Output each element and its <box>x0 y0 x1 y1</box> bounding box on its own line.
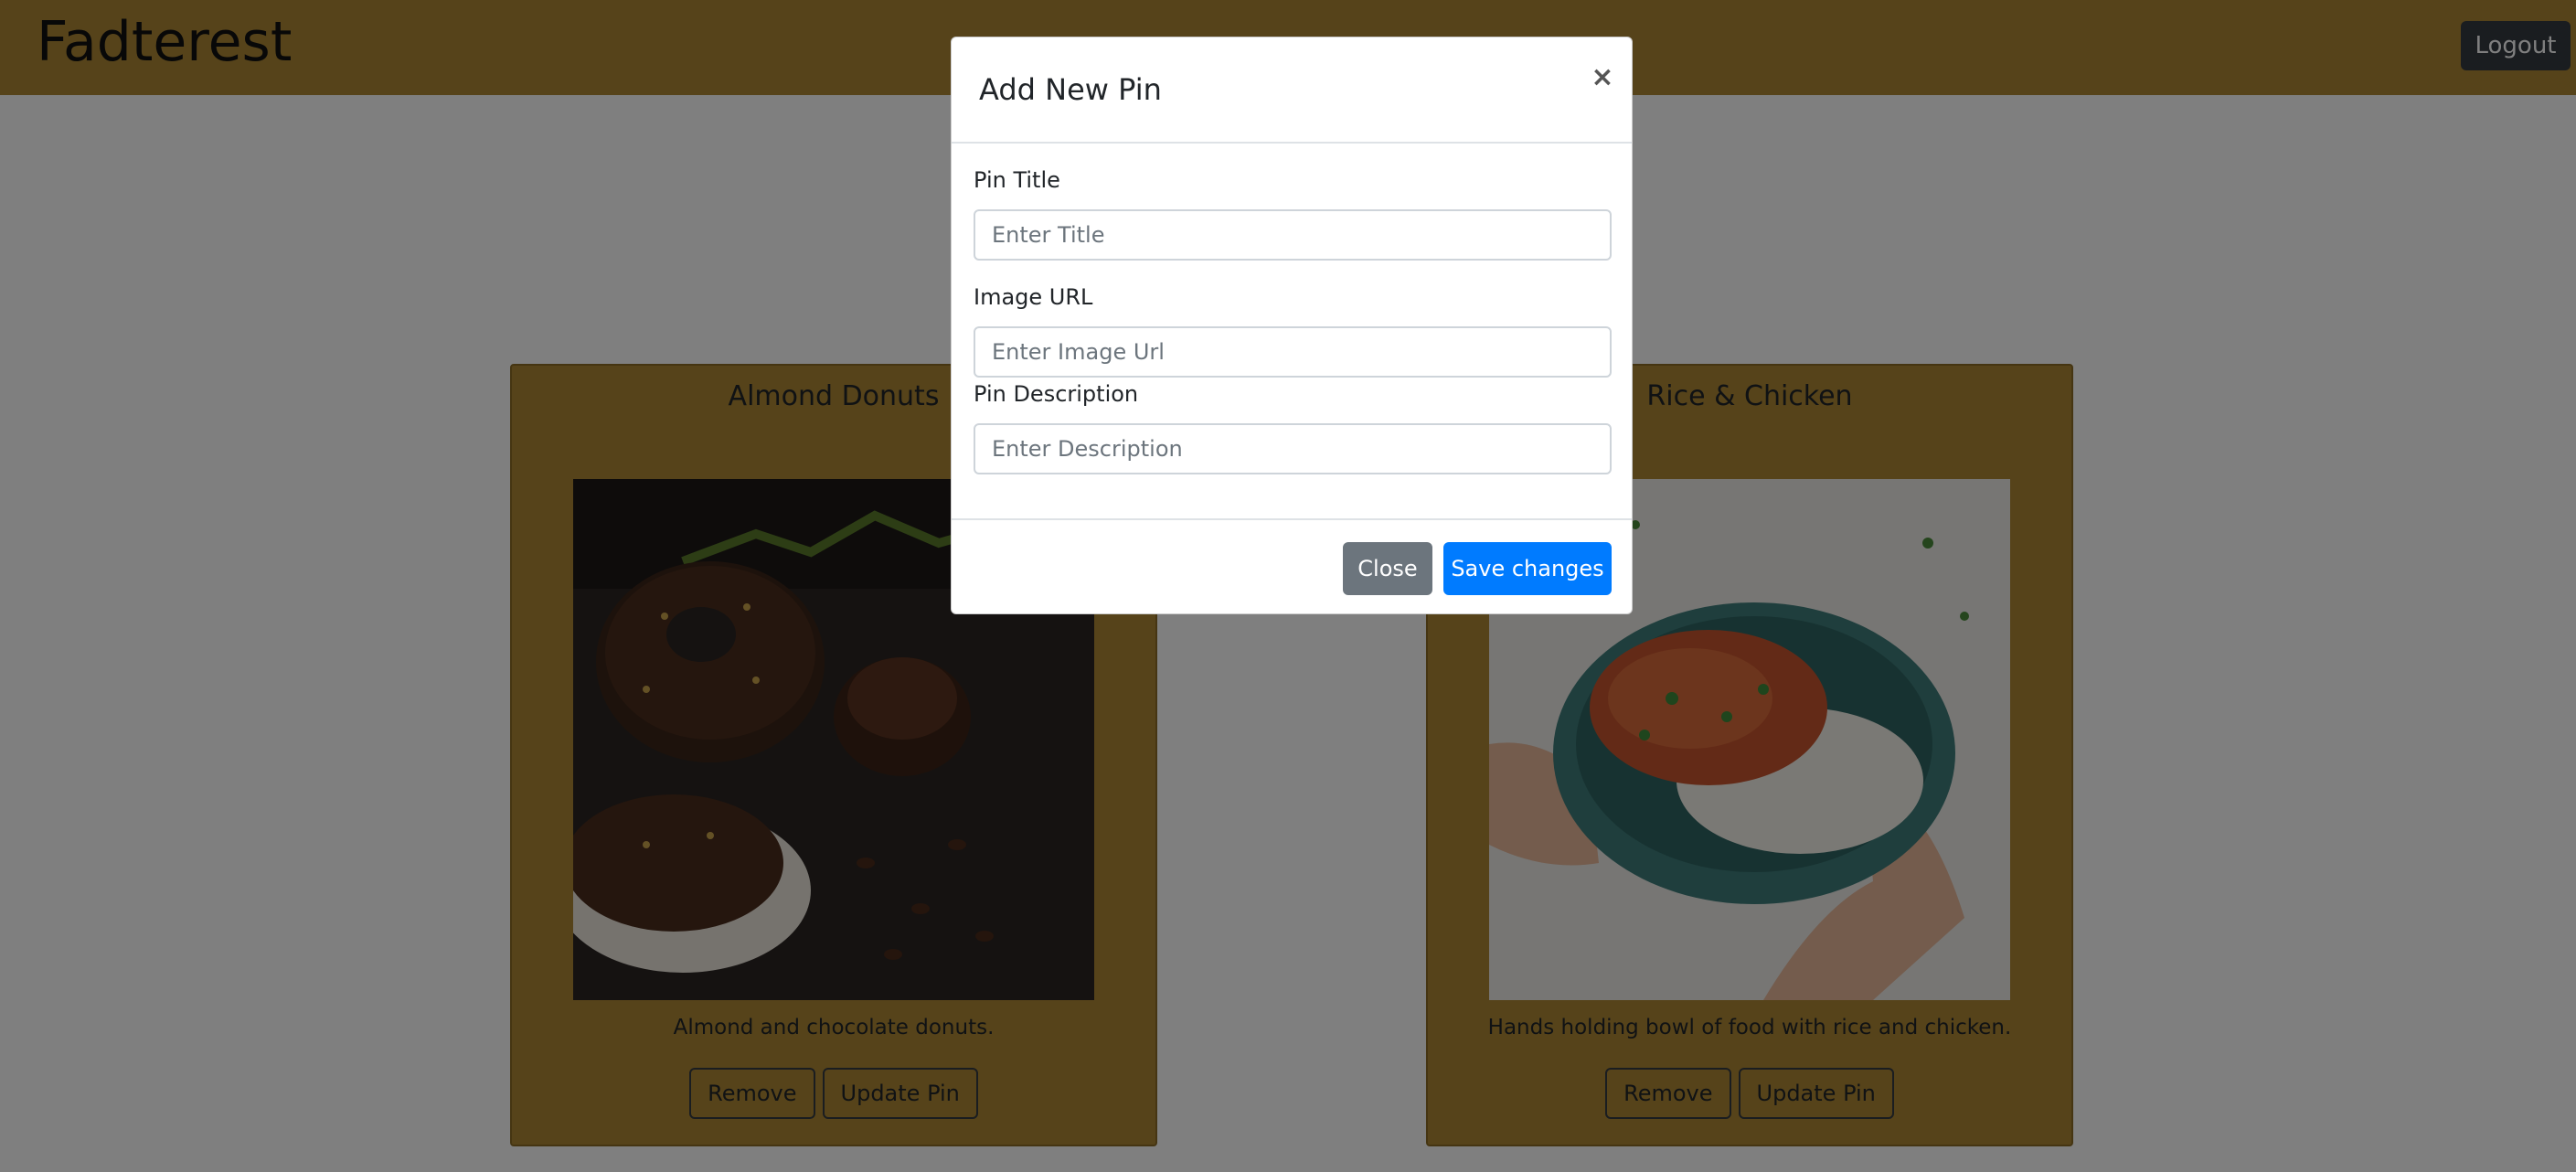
pin-title-label: Pin Title <box>974 167 1060 193</box>
image-url-label: Image URL <box>974 284 1093 310</box>
pin-description-input[interactable] <box>974 423 1612 474</box>
close-button[interactable]: Close <box>1343 542 1432 595</box>
add-pin-modal: Add New Pin × Pin Title Image URL Pin De… <box>951 37 1633 614</box>
close-icon[interactable]: × <box>1584 59 1621 96</box>
pin-description-label: Pin Description <box>974 381 1139 407</box>
pin-title-input[interactable] <box>974 209 1612 261</box>
modal-footer: Close Save changes <box>952 518 1632 613</box>
save-changes-button[interactable]: Save changes <box>1443 542 1612 595</box>
modal-header: Add New Pin × <box>952 37 1632 144</box>
image-url-input[interactable] <box>974 326 1612 378</box>
modal-title: Add New Pin <box>979 72 1162 107</box>
